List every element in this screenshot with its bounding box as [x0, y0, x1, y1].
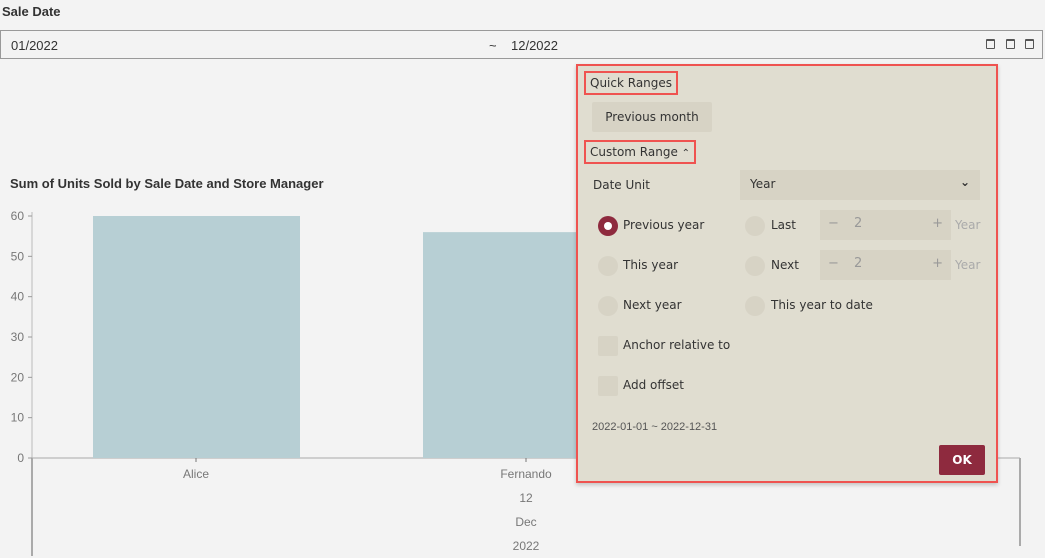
x-tick-label: Fernando: [500, 467, 552, 481]
custom-range-toggle[interactable]: Custom Range ⌃: [584, 140, 697, 164]
last-unit: Year: [955, 218, 981, 232]
y-tick-label: 50: [11, 249, 25, 263]
plus-icon[interactable]: +: [932, 216, 943, 231]
group-label: Dec: [515, 515, 536, 529]
previous-year-label: Previous year: [623, 218, 705, 232]
y-tick-label: 60: [11, 209, 25, 223]
offset-checkbox[interactable]: [598, 376, 618, 396]
anchor-label: Anchor relative to: [623, 338, 731, 352]
radio-last[interactable]: [745, 216, 765, 236]
minus-icon[interactable]: −: [828, 256, 839, 271]
bar-alice: [93, 216, 300, 458]
radio-previous-year[interactable]: [598, 216, 618, 236]
minus-icon[interactable]: −: [828, 216, 839, 231]
group-label: 2022: [513, 539, 540, 553]
chevron-down-icon: ⌄: [959, 175, 970, 189]
next-label: Next: [771, 258, 799, 272]
range-result: 2022-01-01 ~ 2022-12-31: [592, 421, 718, 433]
radio-next-year[interactable]: [598, 296, 618, 316]
chevron-up-icon: ⌃: [681, 148, 691, 159]
previous-month-button[interactable]: Previous month: [592, 102, 712, 132]
ok-button[interactable]: OK: [939, 445, 985, 475]
group-label: 12: [519, 491, 533, 505]
next-stepper[interactable]: −2 +: [820, 250, 951, 280]
date-unit-select[interactable]: Year ⌄: [740, 170, 980, 200]
last-value[interactable]: 2: [854, 216, 862, 231]
next-value[interactable]: 2: [854, 256, 862, 271]
y-tick-label: 0: [17, 451, 24, 465]
date-unit-label: Date Unit: [593, 178, 650, 192]
anchor-checkbox[interactable]: [598, 336, 618, 356]
date-range-popup: Quick Ranges Previous month Custom Range…: [576, 64, 998, 483]
x-tick-label: Alice: [183, 467, 209, 481]
y-tick-label: 40: [11, 290, 25, 304]
date-unit-value: Year: [750, 177, 776, 191]
radio-this-year-to-date[interactable]: [745, 296, 765, 316]
quick-ranges-heading: Quick Ranges: [584, 71, 679, 95]
next-year-label: Next year: [623, 298, 682, 312]
plus-icon[interactable]: +: [932, 256, 943, 271]
this-year-label: This year: [623, 258, 679, 272]
offset-label: Add offset: [623, 378, 684, 392]
custom-range-label: Custom Range: [590, 145, 678, 159]
radio-this-year[interactable]: [598, 256, 618, 276]
y-tick-label: 10: [11, 411, 25, 425]
last-stepper[interactable]: −2 +: [820, 210, 951, 240]
radio-next[interactable]: [745, 256, 765, 276]
this-year-to-date-label: This year to date: [771, 298, 873, 312]
last-label: Last: [771, 218, 796, 232]
y-tick-label: 30: [11, 330, 25, 344]
y-tick-label: 20: [11, 370, 25, 384]
next-unit: Year: [955, 258, 981, 272]
